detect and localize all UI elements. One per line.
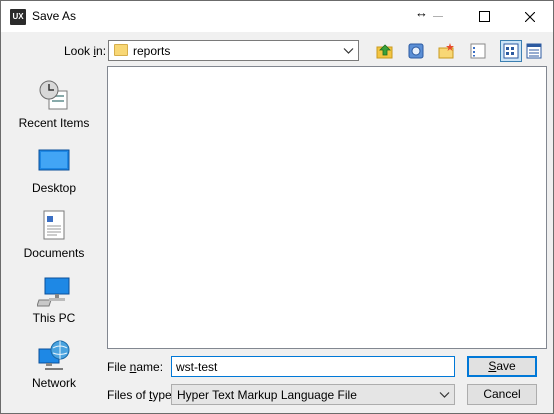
app-icon: UX [10, 9, 26, 25]
look-in-dropdown[interactable]: reports [108, 40, 359, 61]
file-name-label: File name: [107, 360, 164, 374]
file-name-input[interactable] [171, 356, 455, 377]
place-label: Desktop [31, 181, 77, 195]
place-network[interactable]: Network [9, 339, 99, 399]
list-view-icon [470, 43, 486, 59]
list-view-button[interactable] [467, 40, 489, 62]
place-documents[interactable]: Documents [9, 209, 99, 269]
save-as-dialog: UX Save As ↔ Look in: reports Recent Ite… [0, 0, 554, 414]
place-this-pc[interactable]: This PC [9, 274, 99, 334]
place-label: Network [31, 376, 76, 390]
thumbnails-view-icon [526, 43, 542, 59]
place-label: Documents [23, 246, 85, 260]
thumbnails-view-button[interactable] [523, 40, 545, 62]
look-in-label: Look in: [64, 44, 107, 58]
chevron-down-icon [343, 48, 354, 54]
network-icon [38, 340, 70, 370]
window-title: Save As [32, 9, 77, 23]
title-bar[interactable]: UX Save As ↔ [1, 1, 553, 32]
close-button[interactable] [507, 1, 553, 32]
place-recent-items[interactable]: Recent Items [9, 79, 99, 139]
folder-icon [114, 44, 128, 56]
close-icon [525, 11, 535, 22]
file-type-value: Hyper Text Markup Language File [177, 388, 357, 402]
chevron-down-icon [439, 392, 450, 398]
save-button[interactable]: Save [467, 356, 537, 377]
go-to-desktop-button[interactable] [405, 40, 427, 62]
maximize-icon [478, 11, 490, 22]
place-label: This PC [32, 311, 76, 325]
details-view-icon [503, 43, 519, 59]
file-list[interactable] [107, 66, 547, 349]
desktop-shortcut-icon [408, 43, 424, 59]
minimize-button[interactable] [415, 1, 461, 32]
cancel-button[interactable]: Cancel [467, 384, 537, 405]
place-desktop[interactable]: Desktop [9, 144, 99, 204]
recent-items-icon [39, 80, 68, 110]
new-folder-icon [438, 43, 454, 59]
file-type-label: Files of type: [107, 388, 176, 402]
details-view-button[interactable] [500, 40, 522, 62]
place-label: Recent Items [18, 116, 90, 130]
up-one-level-button[interactable] [374, 40, 396, 62]
up-folder-icon [376, 44, 393, 59]
desktop-icon [38, 149, 70, 171]
this-pc-icon [37, 277, 70, 307]
documents-icon [43, 210, 65, 240]
minimize-icon [433, 16, 443, 17]
look-in-value: reports [133, 44, 171, 58]
maximize-button[interactable] [461, 1, 507, 32]
create-new-folder-button[interactable] [436, 40, 458, 62]
file-type-dropdown[interactable]: Hyper Text Markup Language File [171, 384, 455, 405]
